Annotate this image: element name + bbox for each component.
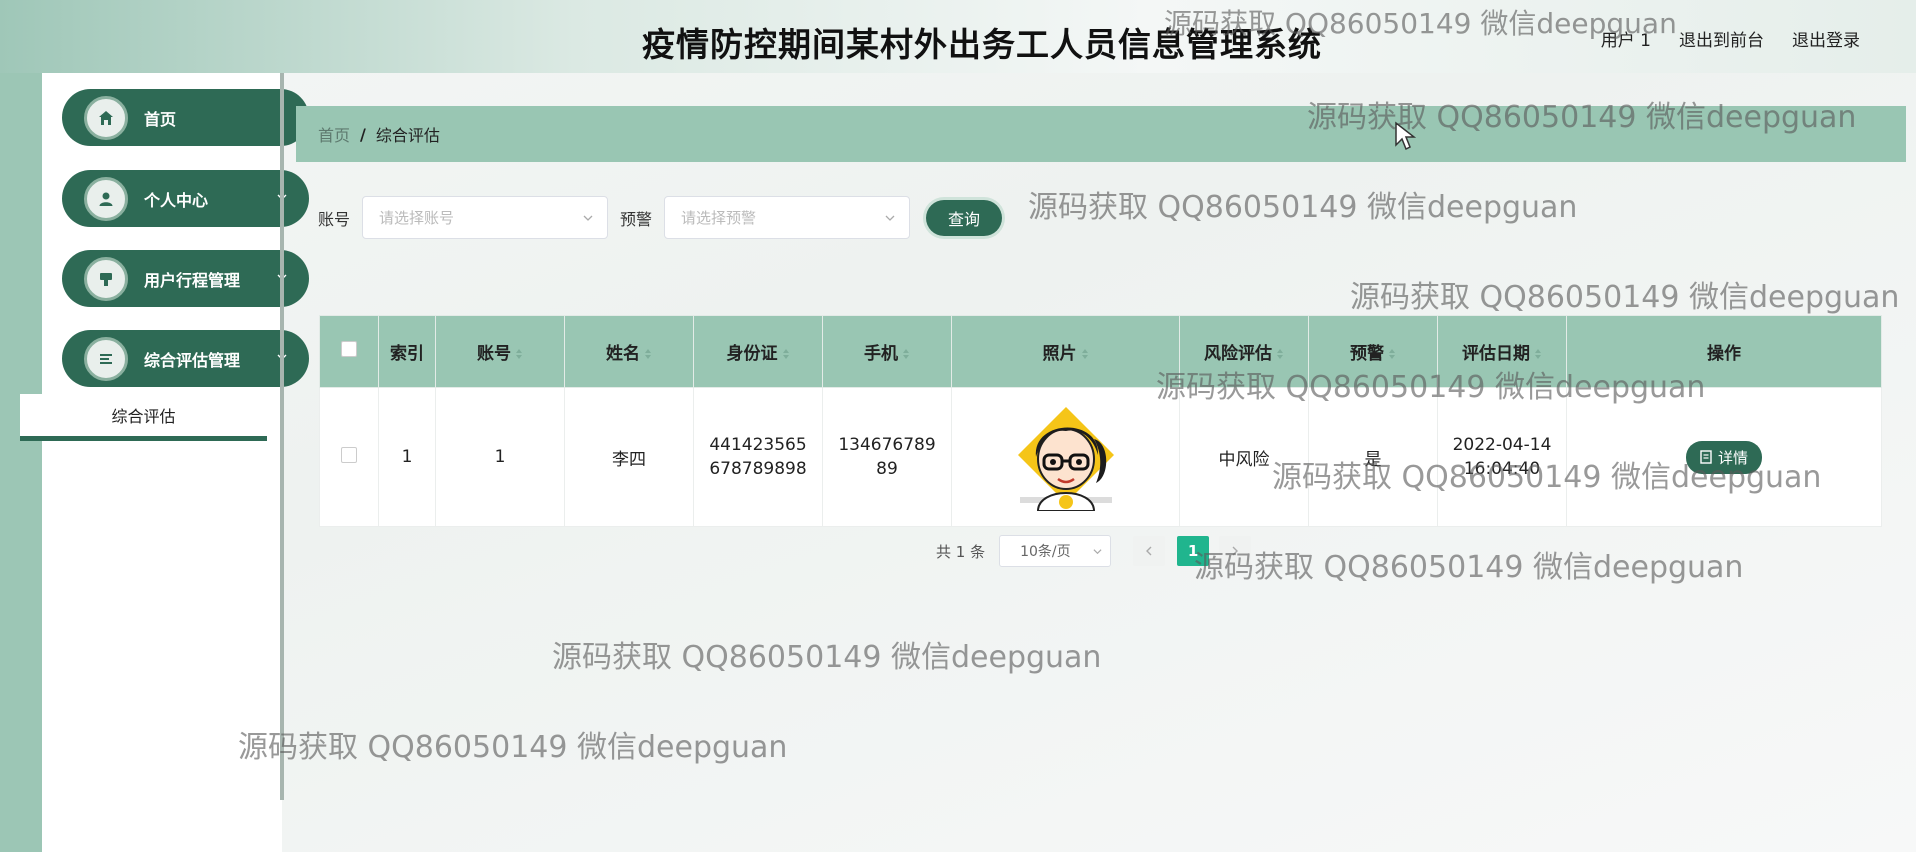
- back-to-frontend-link[interactable]: 退出到前台: [1679, 26, 1764, 51]
- select-all-checkbox[interactable]: [341, 341, 357, 357]
- submenu-item-assessment[interactable]: 综合评估: [20, 394, 267, 441]
- sort-icon: [1277, 349, 1283, 359]
- row-checkbox[interactable]: [341, 446, 357, 463]
- watermark-text: 源码获取 QQ86050149 微信deepguan: [1164, 7, 1677, 40]
- cell-phone: 13467678989: [822, 387, 952, 527]
- sidebar-item-label: 个人中心: [144, 190, 209, 210]
- cell-name: 李四: [564, 387, 694, 527]
- sidebar-item-itinerary[interactable]: 用户行程管理: [62, 250, 309, 307]
- col-index: 索引: [378, 315, 436, 388]
- sort-icon: [782, 349, 789, 359]
- mouse-cursor-icon: [1395, 121, 1416, 151]
- chevron-left-icon: [1146, 546, 1152, 556]
- col-phone[interactable]: 手机: [822, 315, 952, 388]
- logout-link[interactable]: 退出登录: [1792, 26, 1860, 51]
- col-photo[interactable]: 照片: [951, 315, 1180, 388]
- sort-icon: [1535, 349, 1541, 359]
- total-count: 共 1 条: [936, 542, 986, 561]
- sort-icon: [1389, 349, 1395, 359]
- watermark-text: 源码获取 QQ86050149 微信deepguan: [1194, 550, 1744, 585]
- col-name[interactable]: 姓名: [564, 315, 694, 388]
- warning-label: 预警: [620, 209, 653, 229]
- watermark-text: 源码获取 QQ86050149 微信deepguan: [1272, 460, 1822, 495]
- breadcrumb-home[interactable]: 首页: [318, 122, 350, 146]
- account-select-placeholder: 请选择账号: [379, 209, 455, 227]
- sort-icon: [516, 349, 522, 359]
- itinerary-icon: [84, 256, 128, 301]
- account-select[interactable]: 请选择账号: [362, 196, 609, 239]
- sidebar-item-label: 综合评估管理: [144, 350, 241, 370]
- cell-id-card: 441423565678789898: [693, 387, 823, 527]
- sidebar-item-home[interactable]: 首页: [62, 89, 309, 146]
- chevron-down-icon: [1093, 548, 1102, 554]
- watermark-text: 源码获取 QQ86050149 微信deepguan: [1350, 280, 1900, 315]
- sidebar-item-personal-center[interactable]: 个人中心: [62, 170, 309, 227]
- warning-select[interactable]: 请选择预警: [664, 196, 911, 239]
- sidebar-item-label: 用户行程管理: [144, 270, 241, 290]
- cell-photo: [951, 387, 1180, 527]
- list-icon: [84, 336, 128, 381]
- left-decor-strip: [0, 73, 42, 852]
- cell-account: 1: [435, 387, 565, 527]
- query-button[interactable]: 查询: [926, 199, 1003, 236]
- chevron-down-icon: [583, 215, 593, 221]
- select-all-cell: [319, 315, 379, 388]
- warning-select-placeholder: 请选择预警: [681, 209, 757, 227]
- page-size-value: 10条/页: [1020, 544, 1071, 560]
- cell-index: 1: [378, 387, 436, 527]
- col-account[interactable]: 账号: [435, 315, 565, 388]
- sidebar-item-label: 首页: [144, 109, 177, 129]
- col-id-card[interactable]: 身份证: [693, 315, 823, 388]
- watermark-text: 源码获取 QQ86050149 微信deepguan: [1307, 100, 1857, 135]
- avatar-photo[interactable]: [1006, 399, 1126, 512]
- row-select-cell: [319, 387, 379, 527]
- search-bar: 账号 请选择账号 预警 请选择预警 查询: [318, 196, 1003, 239]
- watermark-text: 源码获取 QQ86050149 微信deepguan: [552, 640, 1102, 675]
- sort-icon: [645, 349, 651, 359]
- breadcrumb-current: 综合评估: [375, 126, 440, 145]
- watermark-text: 源码获取 QQ86050149 微信deepguan: [1156, 370, 1706, 405]
- home-icon: [84, 95, 128, 140]
- account-label: 账号: [318, 209, 351, 229]
- sidebar-item-assessment[interactable]: 综合评估管理: [62, 330, 309, 387]
- watermark-text: 源码获取 QQ86050149 微信deepguan: [1028, 190, 1578, 225]
- chevron-down-icon: [885, 215, 895, 221]
- user-icon: [84, 176, 128, 221]
- sort-icon: [903, 349, 909, 359]
- breadcrumb-separator: /: [360, 124, 366, 144]
- watermark-text: 源码获取 QQ86050149 微信deepguan: [238, 730, 788, 765]
- sidebar-divider: [280, 73, 284, 800]
- prev-page-button[interactable]: [1133, 536, 1166, 566]
- page-size-select[interactable]: 10条/页: [999, 535, 1112, 567]
- sort-icon: [1081, 349, 1088, 359]
